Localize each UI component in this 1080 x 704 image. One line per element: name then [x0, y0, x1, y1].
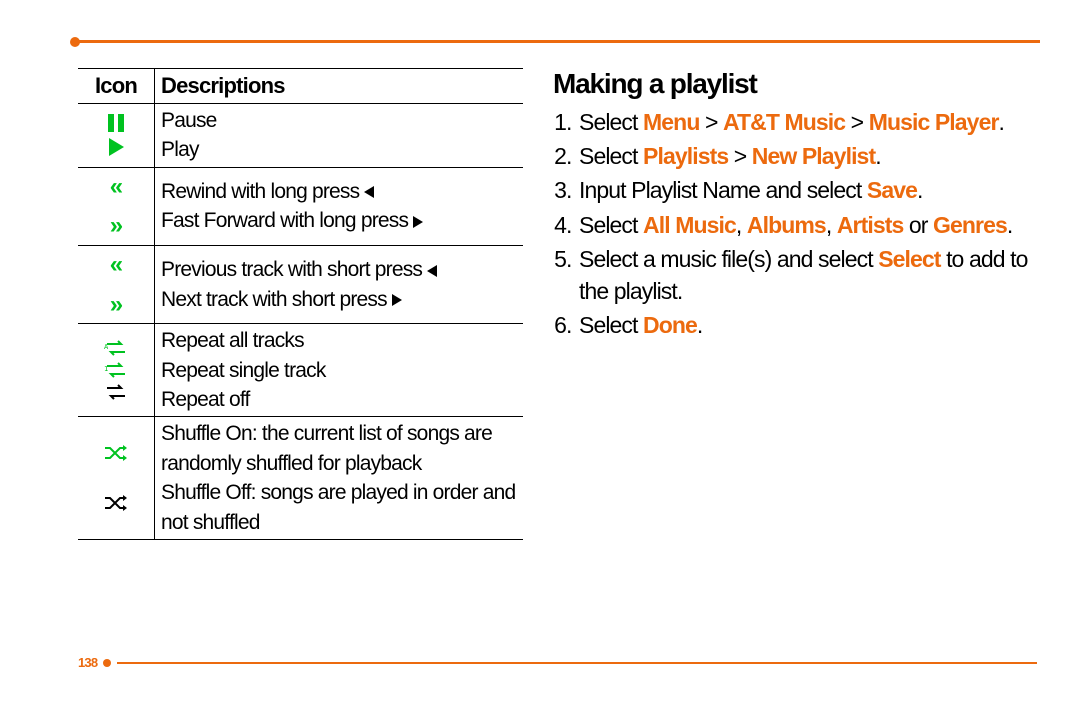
- right-triangle-icon-2: [392, 294, 402, 306]
- svg-text:1: 1: [104, 365, 108, 373]
- desc-play: Play: [161, 135, 517, 164]
- cell-icons-playpause: [78, 104, 155, 168]
- cell-icons-repeat: A 1: [78, 324, 155, 417]
- page-body: Icon Descriptions Pause Play: [78, 68, 1040, 644]
- right-triangle-icon: [413, 216, 423, 228]
- instructions-column: Making a playlist Select Menu > AT&T Mus…: [553, 68, 1040, 644]
- step-2: Select Playlists > New Playlist.: [577, 140, 1040, 172]
- em-music-player: Music Player: [869, 109, 999, 135]
- desc-rep-one: Repeat single track: [161, 356, 517, 385]
- em-menu: Menu: [643, 109, 699, 135]
- cell-desc-track: Previous track with short press Next tra…: [155, 245, 524, 323]
- page-footer: 138: [78, 655, 1037, 670]
- left-triangle-icon: [364, 186, 374, 198]
- em-artists: Artists: [837, 212, 904, 238]
- desc-sh-on: Shuffle On: the current list of songs ar…: [161, 419, 517, 478]
- steps-list: Select Menu > AT&T Music > Music Player.…: [553, 106, 1040, 341]
- fastforward-icon: »: [110, 209, 123, 243]
- desc-rep-off: Repeat off: [161, 385, 517, 414]
- step-4: Select All Music, Albums, Artists or Gen…: [577, 209, 1040, 241]
- cell-desc-playpause: Pause Play: [155, 104, 524, 168]
- step-3: Input Playlist Name and select Save.: [577, 174, 1040, 206]
- shuffle-on-icon: [103, 445, 129, 461]
- cell-desc-seek: Rewind with long press Fast Forward with…: [155, 167, 524, 245]
- left-triangle-icon-2: [427, 265, 437, 277]
- desc-rep-all: Repeat all tracks: [161, 326, 517, 355]
- cell-desc-repeat: Repeat all tracks Repeat single track Re…: [155, 324, 524, 417]
- shuffle-off-icon: [103, 495, 129, 511]
- footer-rule: [117, 662, 1037, 664]
- em-select: Select: [878, 246, 940, 272]
- em-playlists: Playlists: [643, 143, 728, 169]
- th-desc: Descriptions: [155, 69, 524, 104]
- page-number: 138: [78, 655, 97, 670]
- em-genres: Genres: [933, 212, 1007, 238]
- cell-icons-shuffle: [78, 417, 155, 540]
- desc-rewind: Rewind with long press: [161, 177, 517, 206]
- em-albums: Albums: [747, 212, 826, 238]
- em-all-music: All Music: [643, 212, 736, 238]
- step-1: Select Menu > AT&T Music > Music Player.: [577, 106, 1040, 138]
- divider-top: [75, 40, 1040, 43]
- icon-table-column: Icon Descriptions Pause Play: [78, 68, 523, 644]
- step-6: Select Done.: [577, 309, 1040, 341]
- play-icon: [109, 138, 124, 156]
- section-heading: Making a playlist: [553, 68, 1040, 100]
- pause-icon: [108, 114, 124, 132]
- desc-sh-off: Shuffle Off: songs are played in order a…: [161, 478, 517, 537]
- cell-desc-shuffle: Shuffle On: the current list of songs ar…: [155, 417, 524, 540]
- cell-icons-track: « »: [78, 245, 155, 323]
- next-track-icon: »: [110, 288, 123, 322]
- footer-dot-icon: [103, 659, 111, 667]
- desc-ff: Fast Forward with long press: [161, 206, 517, 235]
- em-done: Done: [643, 312, 697, 338]
- em-new-playlist: New Playlist: [752, 143, 875, 169]
- repeat-one-icon: 1: [103, 362, 129, 378]
- em-att-music: AT&T Music: [723, 109, 845, 135]
- step-5: Select a music file(s) and select Select…: [577, 243, 1040, 307]
- th-icon: Icon: [78, 69, 155, 104]
- prev-track-icon: «: [110, 248, 123, 282]
- repeat-off-icon: [103, 384, 129, 400]
- divider-top-dot: [70, 37, 80, 47]
- cell-icons-seek: « »: [78, 167, 155, 245]
- em-save: Save: [867, 177, 917, 203]
- repeat-all-icon: A: [103, 340, 129, 356]
- rewind-icon: «: [110, 170, 123, 204]
- desc-pause: Pause: [161, 106, 517, 135]
- icon-descriptions-table: Icon Descriptions Pause Play: [78, 68, 523, 540]
- desc-prev: Previous track with short press: [161, 255, 517, 284]
- desc-next: Next track with short press: [161, 285, 517, 314]
